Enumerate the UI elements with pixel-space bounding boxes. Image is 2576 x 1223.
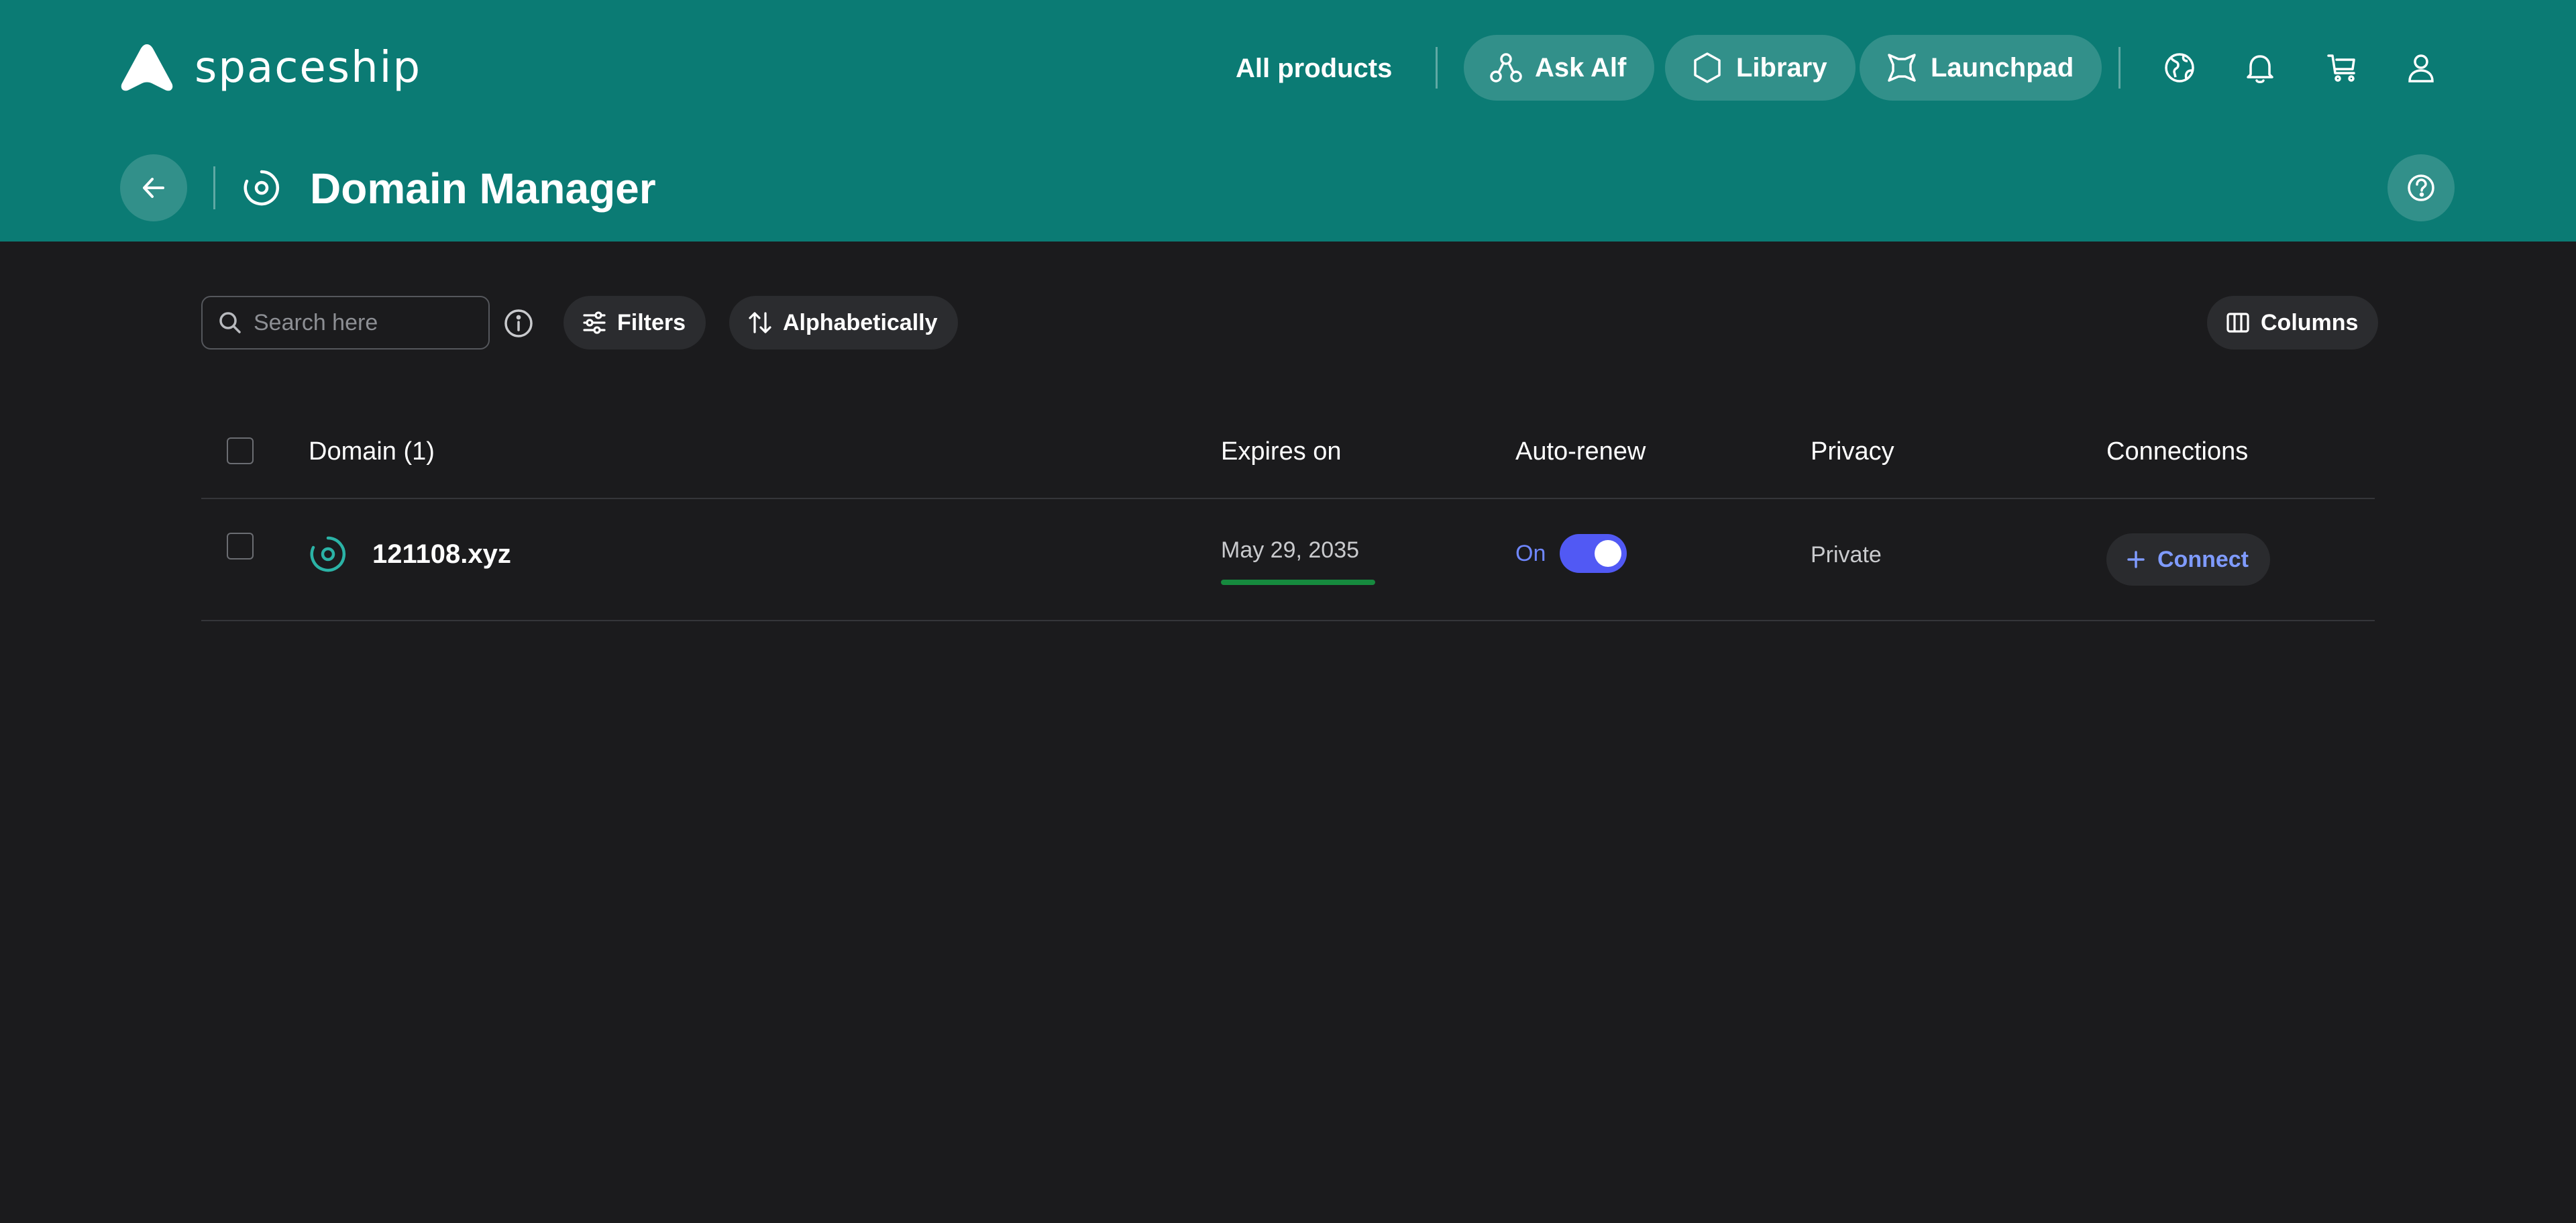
column-header-expires[interactable]: Expires on <box>1221 435 1342 468</box>
auto-renew-status: On <box>1515 541 1546 566</box>
account-button[interactable] <box>2402 48 2440 87</box>
columns-button[interactable]: Columns <box>2207 296 2379 350</box>
domain-name-link[interactable]: 121108.xyz <box>372 537 511 572</box>
domain-target-icon <box>244 170 280 206</box>
sliders-icon <box>583 311 606 334</box>
launchpad-label: Launchpad <box>1931 52 2074 83</box>
ask-alf-button[interactable]: Ask Alf <box>1464 35 1655 101</box>
nav-divider <box>1436 47 1438 89</box>
expires-date: May 29, 2035 <box>1221 537 1360 563</box>
connect-button[interactable]: Connect <box>2106 533 2270 586</box>
select-all-checkbox[interactable] <box>227 437 254 464</box>
molecule-icon <box>1490 53 1522 83</box>
sort-label: Alphabetically <box>783 309 938 335</box>
brand-name: spaceship <box>195 43 422 93</box>
ask-alf-label: Ask Alf <box>1535 52 1627 83</box>
language-icon <box>2165 53 2194 83</box>
library-label: Library <box>1736 52 1827 83</box>
user-icon <box>2408 54 2434 83</box>
row-checkbox[interactable] <box>227 533 254 560</box>
language-button[interactable] <box>2160 48 2199 87</box>
column-header-auto-renew[interactable]: Auto-renew <box>1515 435 1646 468</box>
sort-button[interactable]: Alphabetically <box>729 296 958 350</box>
column-header-connections[interactable]: Connections <box>2106 435 2248 468</box>
help-button[interactable] <box>2387 154 2455 221</box>
domain-target-icon <box>310 536 346 572</box>
cart-button[interactable] <box>2322 48 2361 87</box>
notifications-button[interactable] <box>2241 48 2279 87</box>
search-icon <box>219 312 241 333</box>
library-button[interactable]: Library <box>1665 35 1856 101</box>
filters-button[interactable]: Filters <box>564 296 706 350</box>
spaceship-logo[interactable]: spaceship <box>119 42 421 94</box>
cart-icon <box>2327 54 2355 82</box>
auto-renew-toggle[interactable] <box>1560 534 1627 573</box>
connect-label: Connect <box>2157 546 2249 572</box>
toggle-knob <box>1595 540 1621 567</box>
launchpad-icon <box>1888 54 1916 82</box>
columns-label: Columns <box>2261 309 2359 335</box>
privacy-status: Private <box>1811 542 1882 568</box>
row-divider <box>201 620 2375 621</box>
search-box[interactable] <box>201 296 490 350</box>
column-header-privacy[interactable]: Privacy <box>1811 435 1894 468</box>
nav-divider <box>2118 47 2121 89</box>
title-divider <box>213 166 215 209</box>
info-icon[interactable] <box>503 308 534 339</box>
back-button[interactable] <box>120 154 187 221</box>
hexagon-icon <box>1694 52 1721 83</box>
column-header-domain[interactable]: Domain (1) <box>309 435 435 468</box>
expiry-progress-bar <box>1221 580 1375 585</box>
arrow-left-icon <box>143 178 164 198</box>
filters-label: Filters <box>617 309 686 335</box>
plus-icon <box>2127 551 2145 568</box>
sort-arrows-icon <box>749 312 771 333</box>
search-input[interactable] <box>254 309 475 336</box>
help-icon <box>2408 174 2434 201</box>
page-title: Domain Manager <box>310 164 656 213</box>
launchpad-button[interactable]: Launchpad <box>1860 35 2102 101</box>
app-header: spaceship All products Ask Alf Library L… <box>0 0 2576 242</box>
columns-icon <box>2226 313 2249 333</box>
all-products-link[interactable]: All products <box>1236 50 1392 87</box>
rocket-logo-icon <box>121 44 173 91</box>
bell-icon <box>2247 55 2273 83</box>
expiry-progress-fill <box>1221 580 1375 585</box>
header-divider <box>201 498 2375 499</box>
